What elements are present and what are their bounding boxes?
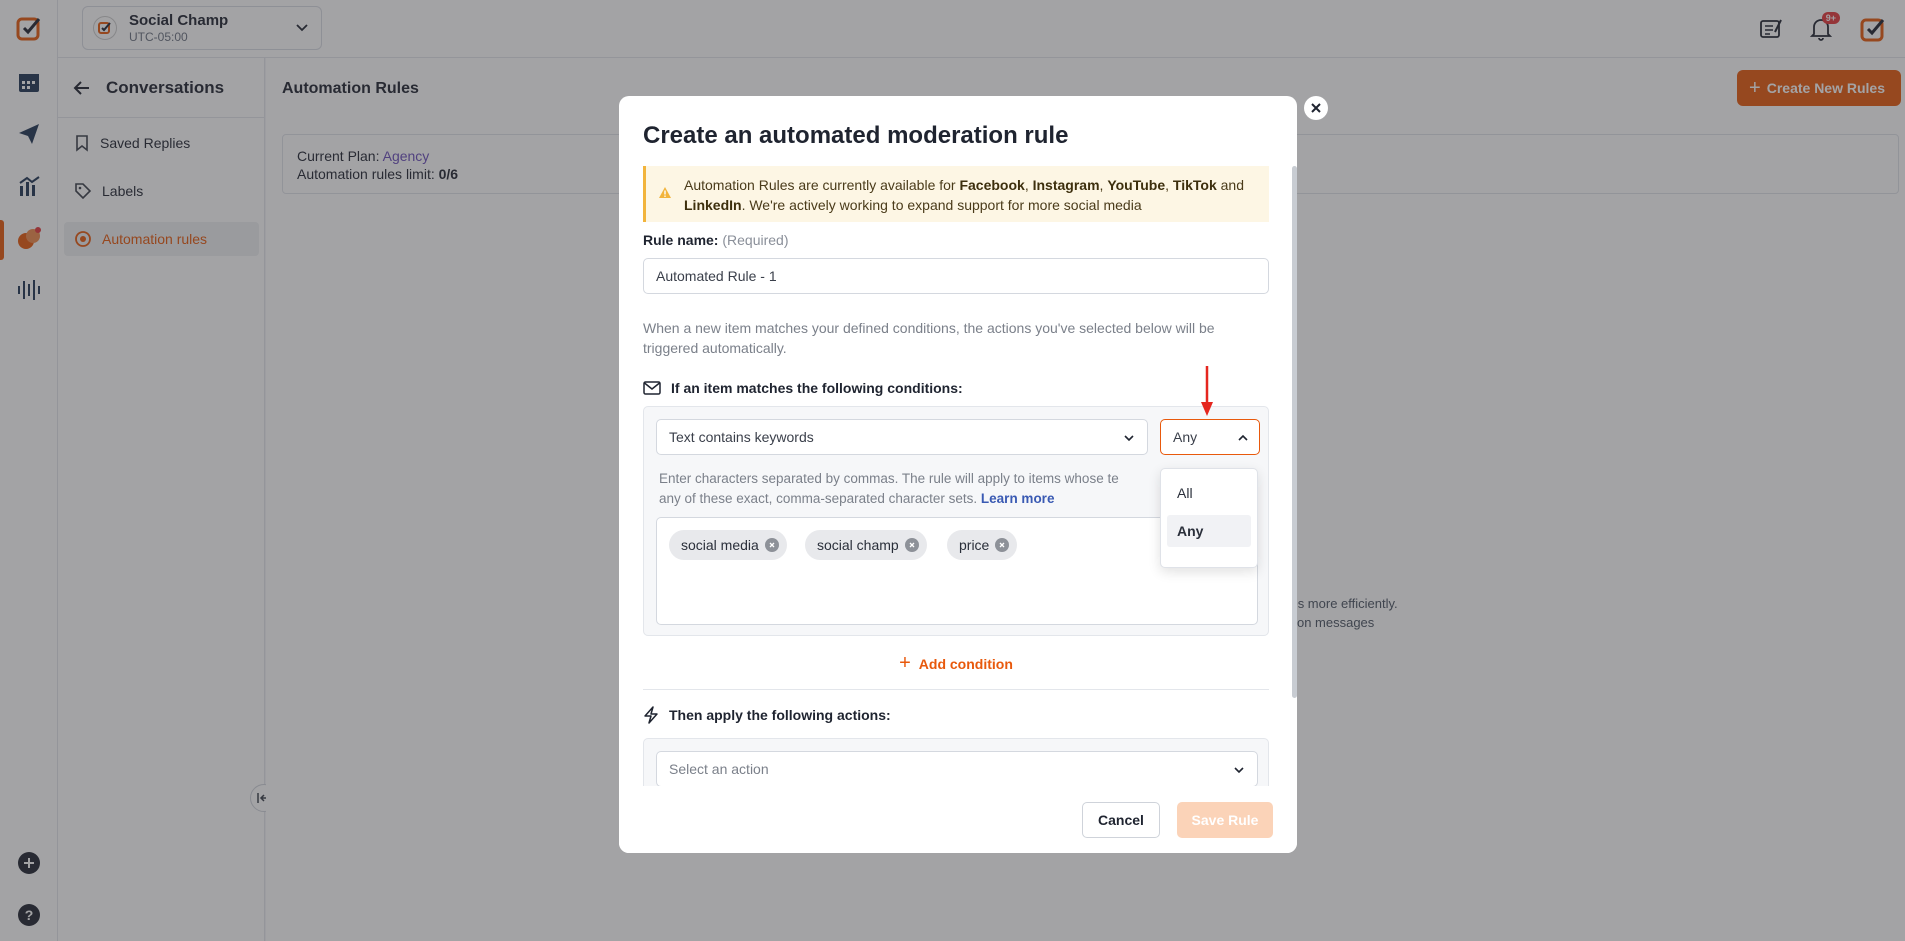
- rule-name-label: Rule name: (Required): [643, 232, 789, 248]
- condition-type-select[interactable]: Text contains keywords: [656, 419, 1148, 455]
- actions-heading: Then apply the following actions:: [643, 706, 891, 724]
- add-condition-label: Add condition: [918, 655, 1013, 672]
- rule-description: When a new item matches your defined con…: [643, 320, 1215, 356]
- help-line: any of these exact, comma-separated char…: [659, 491, 978, 506]
- conditions-heading-text: If an item matches the following conditi…: [671, 380, 963, 396]
- help-line: Enter characters separated by commas. Th…: [659, 471, 1119, 486]
- action-placeholder: Select an action: [669, 761, 769, 777]
- alert-platform: LinkedIn: [684, 197, 742, 213]
- action-select[interactable]: Select an action: [656, 751, 1258, 787]
- alert-separator: ,: [1024, 177, 1033, 193]
- keyword-help-text: Enter characters separated by commas. Th…: [659, 469, 1159, 509]
- modal-footer: Cancel Save Rule: [619, 786, 1297, 853]
- match-mode-dropdown: All Any: [1160, 468, 1258, 568]
- annotation-arrow-icon: [1201, 366, 1213, 416]
- chevron-down-icon: [1124, 435, 1134, 442]
- alert-platform: Facebook: [959, 177, 1025, 193]
- rule-name-label-text: Rule name:: [643, 232, 719, 248]
- plus-icon: +: [899, 652, 911, 674]
- alert-platform: TikTok: [1172, 177, 1217, 193]
- keyword-tag: price: [947, 530, 1018, 560]
- close-icon: [1311, 103, 1321, 113]
- cancel-button[interactable]: Cancel: [1082, 802, 1160, 838]
- platform-support-alert: Automation Rules are currently available…: [643, 166, 1269, 222]
- required-hint: (Required): [722, 232, 789, 248]
- remove-tag-icon[interactable]: [995, 538, 1010, 552]
- create-rule-modal: Create an automated moderation rule Auto…: [619, 96, 1297, 853]
- modal-scrollbar[interactable]: [1292, 166, 1297, 698]
- chevron-up-icon: [1238, 434, 1248, 441]
- mail-icon: [643, 381, 661, 395]
- section-divider: [643, 689, 1269, 690]
- chevron-down-icon: [1234, 767, 1244, 774]
- add-condition-button[interactable]: + Add condition: [643, 652, 1269, 675]
- remove-tag-icon[interactable]: [764, 538, 779, 552]
- save-rule-button[interactable]: Save Rule: [1177, 802, 1273, 838]
- modal-title: Create an automated moderation rule: [643, 122, 1069, 149]
- conditions-heading: If an item matches the following conditi…: [643, 380, 963, 396]
- match-mode-value: Any: [1173, 429, 1198, 445]
- lightning-icon: [644, 706, 658, 724]
- match-option-all[interactable]: All: [1167, 477, 1251, 509]
- keyword-tag-label: social media: [681, 537, 759, 553]
- condition-type-value: Text contains keywords: [669, 429, 814, 445]
- match-option-any[interactable]: Any: [1167, 515, 1251, 547]
- alert-separator: ,: [1165, 177, 1173, 193]
- keyword-tag-label: social champ: [817, 537, 899, 553]
- alert-separator: and: [1216, 177, 1244, 193]
- keyword-tag: social champ: [805, 530, 927, 560]
- warning-icon: [659, 187, 671, 198]
- match-mode-select[interactable]: Any: [1160, 419, 1260, 455]
- keyword-tag-label: price: [959, 537, 990, 553]
- rule-name-input[interactable]: [643, 258, 1269, 294]
- close-modal-button[interactable]: [1304, 96, 1328, 120]
- alert-platform: YouTube: [1107, 177, 1166, 193]
- keyword-tag: social media: [669, 530, 787, 560]
- alert-text: . We're actively working to expand suppo…: [741, 197, 1142, 213]
- alert-text: Automation Rules are currently available…: [684, 177, 960, 193]
- remove-tag-icon[interactable]: [904, 538, 919, 552]
- learn-more-link[interactable]: Learn more: [981, 491, 1055, 506]
- alert-platform: Instagram: [1032, 177, 1100, 193]
- actions-heading-text: Then apply the following actions:: [669, 707, 891, 723]
